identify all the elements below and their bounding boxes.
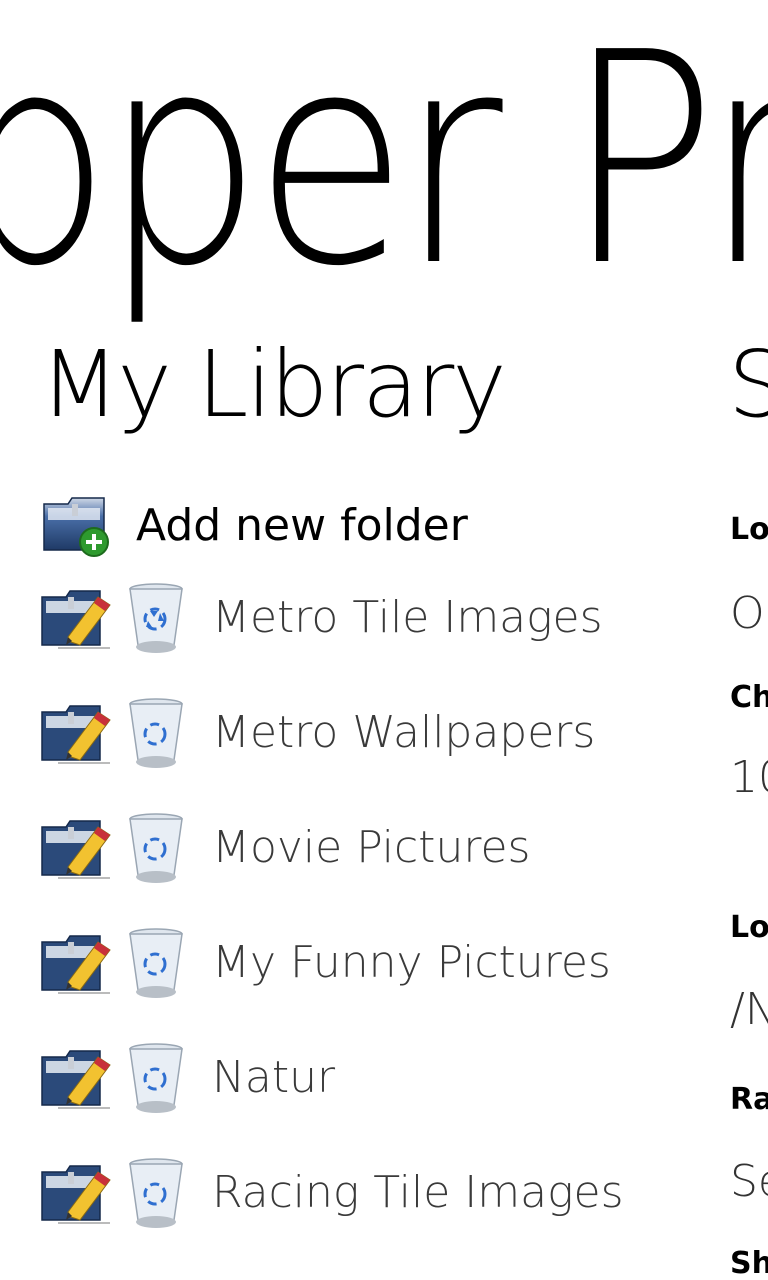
folder-name: Metro Tile Images: [212, 592, 603, 643]
setting-value[interactable]: 10: [730, 752, 768, 803]
folder-name: Racing Tile Images: [212, 1167, 624, 1218]
folder-name: Metro Wallpapers: [212, 707, 596, 758]
folder-edit-icon[interactable]: [36, 578, 116, 658]
recycle-bin-icon[interactable]: [116, 923, 196, 1003]
setting-label: Lo: [730, 910, 768, 945]
folder-edit-icon[interactable]: [36, 1038, 116, 1118]
recycle-bin-icon[interactable]: [116, 808, 196, 888]
setting-label: Sh: [730, 1246, 768, 1280]
recycle-bin-icon[interactable]: [116, 578, 196, 658]
folder-row[interactable]: Natur: [36, 1020, 686, 1135]
folder-edit-icon[interactable]: [36, 1153, 116, 1233]
setting-value[interactable]: Se: [730, 1156, 768, 1207]
folder-name: Natur: [212, 1052, 336, 1103]
folder-row[interactable]: Movie Pictures: [36, 790, 686, 905]
settings-panel: Lo O Ch 10 Lo /N Ra Se Sh: [730, 0, 768, 1280]
recycle-bin-icon[interactable]: [116, 693, 196, 773]
folder-add-icon[interactable]: [36, 485, 116, 565]
add-folder-label: Add new folder: [136, 499, 468, 551]
folder-edit-icon[interactable]: [36, 693, 116, 773]
library-list: Add new folder Metro Tile Images Metro W…: [36, 490, 686, 1250]
setting-value[interactable]: /N: [730, 984, 768, 1035]
folder-row[interactable]: Metro Wallpapers: [36, 675, 686, 790]
folder-edit-icon[interactable]: [36, 808, 116, 888]
setting-value[interactable]: O: [730, 588, 765, 639]
folder-name: My Funny Pictures: [212, 937, 611, 988]
add-folder-row[interactable]: Add new folder: [36, 490, 686, 560]
panorama-title: pper Pro: [0, 0, 768, 330]
recycle-bin-icon[interactable]: [116, 1153, 196, 1233]
library-title: My Library: [40, 331, 507, 438]
folder-row[interactable]: Racing Tile Images: [36, 1135, 686, 1250]
folder-row[interactable]: My Funny Pictures: [36, 905, 686, 1020]
setting-label: Lo: [730, 512, 768, 547]
page: pper Pro My Library S: [0, 0, 768, 1280]
folder-row[interactable]: Metro Tile Images: [36, 560, 686, 675]
setting-label: Ch: [730, 680, 768, 715]
folder-name: Movie Pictures: [212, 822, 531, 873]
folder-edit-icon[interactable]: [36, 923, 116, 1003]
recycle-bin-icon[interactable]: [116, 1038, 196, 1118]
setting-label: Ra: [730, 1082, 768, 1117]
